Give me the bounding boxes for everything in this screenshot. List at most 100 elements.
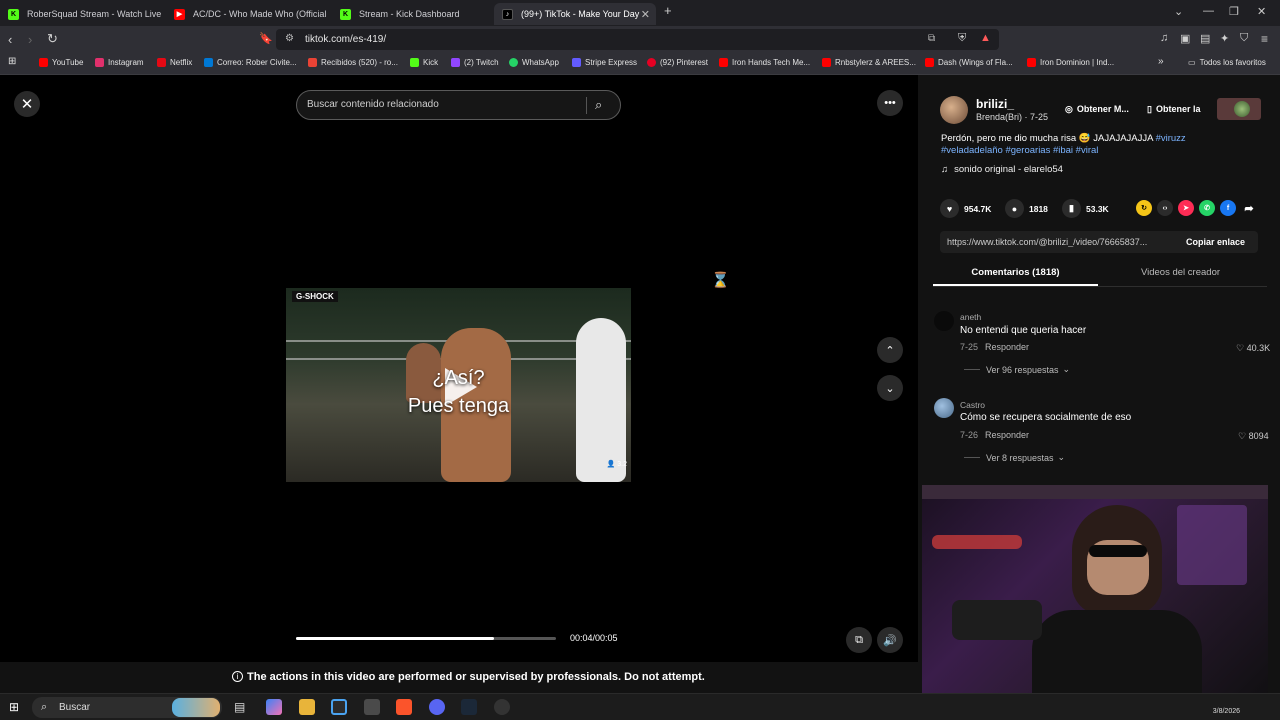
comment-like-button[interactable]: ♡ 8094	[1238, 431, 1269, 442]
brave-icon[interactable]	[396, 699, 412, 715]
taskbar-search[interactable]: ⌕ Buscar	[32, 697, 222, 718]
avatar[interactable]	[940, 96, 968, 124]
bookmark-label: (2) Twitch	[464, 58, 499, 67]
comment-author[interactable]: aneth	[960, 312, 981, 322]
bookmark-rnbstylerz[interactable]: Rnbstylerz & AREES...	[822, 58, 916, 67]
all-bookmarks-label: Todos los favoritos	[1199, 58, 1266, 67]
view-replies-button[interactable]: Ver 8 respuestas ⌄	[964, 452, 1065, 463]
tab-comments[interactable]: Comentarios (1818)	[933, 267, 1098, 278]
bookmark-pinterest[interactable]: (92) Pinterest	[647, 58, 708, 67]
tab-creator-videos[interactable]: Videos del creador	[1098, 267, 1263, 278]
close-video-button[interactable]: ✕	[14, 91, 40, 117]
tab-robersquad[interactable]: K RoberSquad Stream - Watch Live	[0, 3, 162, 25]
related-search-input[interactable]: Buscar contenido relacionado ⌕	[296, 90, 621, 120]
apps-icon[interactable]: ⊞	[8, 56, 16, 67]
bookmark-youtube[interactable]: YouTube	[39, 58, 83, 67]
sound-link[interactable]: ♫ sonido original - elarelo54	[941, 164, 1063, 175]
reply-button[interactable]: Responder	[985, 430, 1029, 440]
facebook-icon[interactable]: f	[1220, 200, 1236, 216]
restore-icon[interactable]: ❐	[1229, 5, 1239, 18]
brave-shield-icon[interactable]: ⛨	[958, 32, 966, 45]
whatsapp-icon[interactable]: ✆	[1199, 200, 1215, 216]
hashtag-link[interactable]: #viruzz	[1156, 133, 1186, 144]
wallet-icon[interactable]: ▤	[1200, 32, 1210, 45]
discord-icon[interactable]	[429, 699, 445, 715]
obs-icon[interactable]	[494, 699, 510, 715]
forward-icon[interactable]: ›	[28, 32, 32, 47]
bookmark-netflix[interactable]: Netflix	[157, 58, 192, 67]
stripe-icon	[572, 58, 581, 67]
floating-player-button[interactable]: ⧉	[846, 627, 872, 653]
bookmark-instagram[interactable]: Instagram	[95, 58, 144, 67]
bookmark-dash[interactable]: Dash (Wings of Fla...	[925, 58, 1013, 67]
avatar[interactable]	[934, 398, 954, 418]
bookmark-whatsapp[interactable]: WhatsApp	[509, 58, 559, 67]
get-app-button[interactable]: ◎ Obtener M...	[1065, 99, 1147, 119]
pinterest-icon	[647, 58, 656, 67]
copy-link-button[interactable]: Copiar enlace	[1173, 231, 1258, 253]
volume-button[interactable]: 🔊	[877, 627, 903, 653]
avatar[interactable]	[934, 311, 954, 331]
back-icon[interactable]: ‹	[8, 32, 12, 47]
menu-icon[interactable]: ≡	[1261, 32, 1268, 46]
more-options-button[interactable]: •••	[877, 90, 903, 116]
bookmark-kick[interactable]: Kick	[410, 58, 438, 67]
bookmark-icon[interactable]: 🔖	[259, 32, 273, 45]
tab-tiktok[interactable]: ♪ (99+) TikTok - Make Your Day ✕	[494, 3, 656, 25]
repost-icon[interactable]: ↻	[1136, 200, 1152, 216]
close-window-icon[interactable]: ✕	[1257, 5, 1266, 18]
embed-icon[interactable]: ‹›	[1157, 200, 1173, 216]
reply-button[interactable]: Responder	[985, 342, 1029, 352]
share-icon[interactable]: ➦	[1241, 200, 1257, 216]
youtube-icon	[39, 58, 48, 67]
leo-icon[interactable]: ✦	[1220, 32, 1229, 45]
comment-author[interactable]: Castro	[960, 400, 985, 410]
bookmark-outlook[interactable]: Correo: Rober Civite...	[204, 58, 297, 67]
save-button[interactable]: ▮ 53.3K	[1062, 199, 1109, 218]
vpn-icon[interactable]: ⛉	[1240, 32, 1248, 45]
url-field[interactable]: ⚙ tiktok.com/es-419/ ⧉ ⛨ ▲	[276, 29, 999, 50]
app-icon[interactable]	[364, 699, 380, 715]
comment-like-button[interactable]: ♡ 40.3K	[1236, 343, 1270, 354]
description-text: Perdón, pero me dio mucha risa 😅 JAJAJAJ…	[941, 133, 1153, 144]
tab-kick-dashboard[interactable]: K Stream - Kick Dashboard	[332, 3, 494, 25]
outlook-icon	[204, 58, 213, 67]
previous-video-button[interactable]: ⌃	[877, 337, 903, 363]
more-bookmarks-icon[interactable]: »	[1158, 56, 1164, 67]
windows-start-icon[interactable]: ⊞	[9, 700, 19, 714]
tab-list-icon[interactable]: ⌄	[1174, 5, 1183, 18]
bookmark-iron-hands[interactable]: Iron Hands Tech Me...	[719, 58, 810, 67]
translate-icon[interactable]: ⧉	[928, 33, 935, 44]
comment-button[interactable]: ● 1818	[1005, 199, 1048, 218]
media-icon[interactable]: ♫	[1160, 32, 1168, 44]
copilot-icon[interactable]	[266, 699, 282, 715]
brave-rewards-icon[interactable]: ▲	[980, 32, 991, 44]
bookmark-gmail[interactable]: Recibidos (520) - ro...	[308, 58, 398, 67]
bookmark-iron-dominion[interactable]: Iron Dominion | Ind...	[1027, 58, 1114, 67]
task-view-icon[interactable]: ▤	[234, 700, 245, 714]
video-progress-bar[interactable]	[296, 637, 556, 640]
search-icon[interactable]: ⌕	[595, 97, 602, 113]
reload-icon[interactable]: ↻	[47, 31, 58, 47]
send-icon[interactable]: ➤	[1178, 200, 1194, 216]
file-explorer-icon[interactable]	[299, 699, 315, 715]
tab-acdc[interactable]: ▶ AC/DC - Who Made Who (Official HD	[166, 3, 328, 25]
hashtag-links[interactable]: #veladadelaño #geroarias #ibai #viral	[941, 145, 1098, 156]
like-button[interactable]: ♥ 954.7K	[940, 199, 991, 218]
all-bookmarks[interactable]: ▭ Todos los favoritos	[1188, 58, 1266, 67]
next-video-button[interactable]: ⌄	[877, 375, 903, 401]
new-tab-icon[interactable]: +	[664, 3, 672, 18]
bookmark-twitch[interactable]: (2) Twitch	[451, 58, 499, 67]
sidebar-icon[interactable]: ▣	[1180, 32, 1190, 45]
minimize-icon[interactable]: —	[1203, 5, 1214, 17]
bookmark-stripe[interactable]: Stripe Express	[572, 58, 637, 67]
store-icon[interactable]	[331, 699, 347, 715]
site-info-icon[interactable]: ⚙	[285, 33, 294, 44]
steam-icon[interactable]	[461, 699, 477, 715]
video-frame[interactable]: G-SHOCK ¿Así? Pues tenga 👤 3.2	[286, 288, 631, 482]
creator-username[interactable]: brilizi_	[976, 97, 1014, 111]
view-replies-button[interactable]: Ver 96 respuestas ⌄	[964, 364, 1070, 375]
video-link-field[interactable]: https://www.tiktok.com/@brilizi_/video/7…	[940, 231, 1258, 253]
close-tab-icon[interactable]: ✕	[641, 8, 650, 21]
get-follow-button[interactable]: ▯ Obtener la	[1147, 99, 1217, 119]
